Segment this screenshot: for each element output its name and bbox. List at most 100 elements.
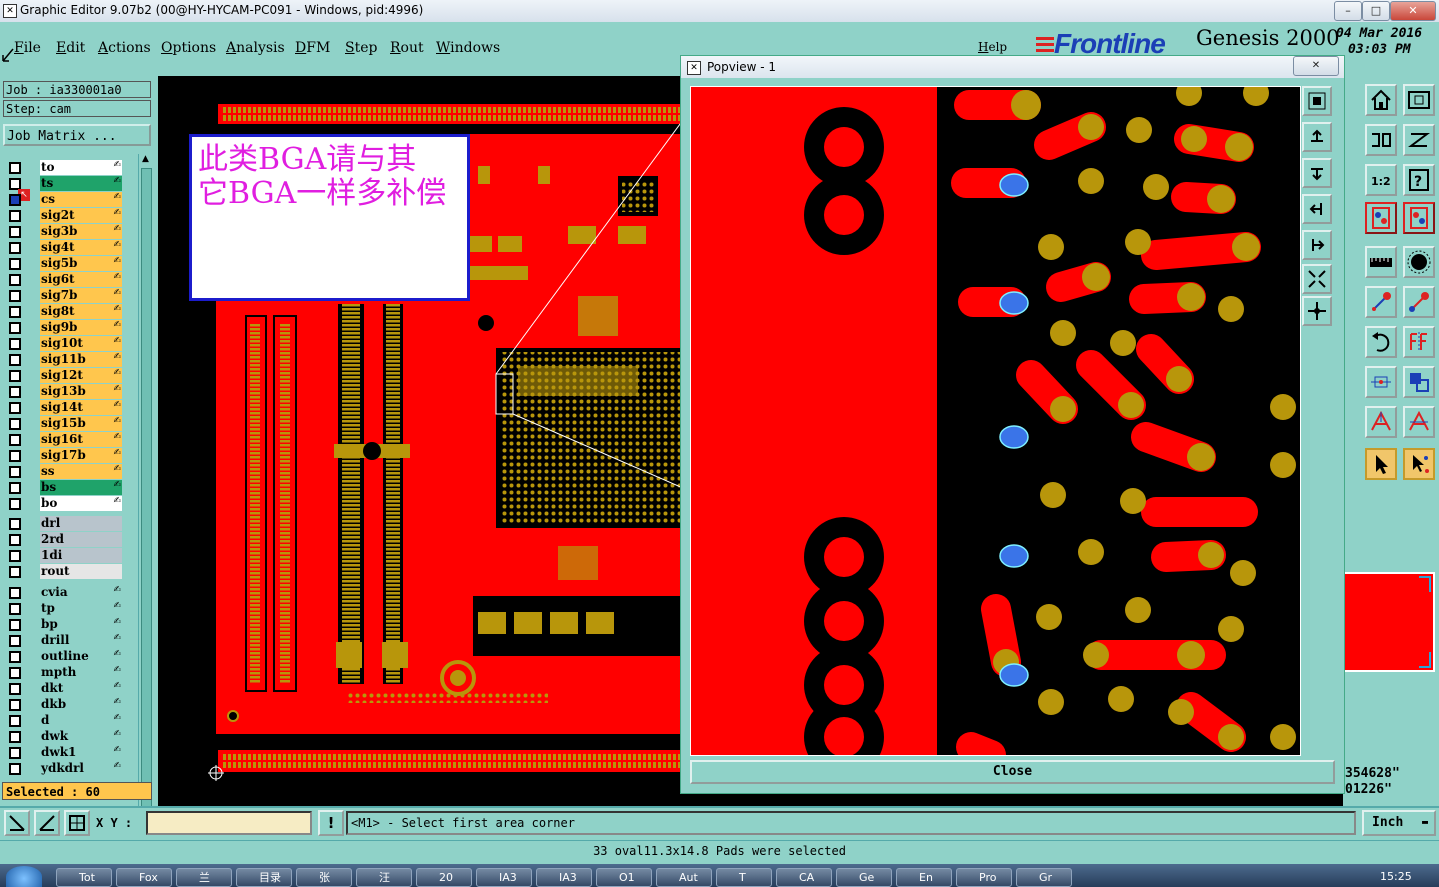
popview-right-icon[interactable] [1302,230,1332,260]
layer-checkbox[interactable] [9,747,21,759]
popview-pan-icon[interactable] [1302,296,1332,326]
layer-name[interactable]: 1di [40,548,122,563]
taskbar-item[interactable]: Pro [956,868,1012,887]
layer-checkbox[interactable] [9,715,21,727]
taskbar-item[interactable]: 目录 [236,868,292,887]
graphic-canvas[interactable]: 此类BGA请与其 它BGA一样多补偿 [158,76,683,806]
layer-row[interactable]: sig17b ✍ [5,448,123,463]
layer-row[interactable]: ss ✍ [5,464,123,479]
layer-name[interactable]: sig6t [40,272,122,287]
layer-name[interactable]: mpth [40,665,122,680]
menu-step[interactable]: Step [345,40,377,56]
layer-checkbox[interactable] [9,226,21,238]
layer-checkbox[interactable] [9,482,21,494]
layer-name[interactable]: dwk1 [40,745,122,760]
maximize-button[interactable]: □ [1362,1,1390,21]
layer-checkbox[interactable] [9,274,21,286]
taskbar-item[interactable]: O1 [596,868,652,887]
popview-left-icon[interactable] [1302,194,1332,224]
pad-icon[interactable] [1403,246,1435,278]
layer-name[interactable]: cvia [40,585,122,600]
layer-name[interactable]: cs [40,192,122,207]
layer-row[interactable]: sig9b ✍ [5,320,123,335]
taskbar-item[interactable]: CA [776,868,832,887]
layer-checkbox[interactable] [9,518,21,530]
layer-checkbox[interactable] [9,635,21,647]
layer-checkbox[interactable] [9,566,21,578]
layer-checkbox[interactable] [9,162,21,174]
layer-checkbox[interactable] [9,194,21,206]
layer-checkbox[interactable] [9,322,21,334]
popview-canvas[interactable] [690,86,1301,756]
layer-checkbox[interactable] [9,418,21,430]
layer-row[interactable]: to ✍ [5,160,123,175]
layer-name[interactable]: sig8t [40,304,122,319]
layer-name[interactable]: sig14t [40,400,122,415]
taskbar-item[interactable]: IA3 [476,868,532,887]
layer-checkbox[interactable] [9,763,21,775]
layer-name[interactable]: bo [40,496,122,511]
layer-checkbox[interactable] [9,534,21,546]
scale-1-2-icon[interactable]: 1:2 [1365,164,1397,196]
menu-actions[interactable]: Actions [98,40,151,56]
layer-row[interactable]: ↖ cs ✍ [5,189,123,207]
flip-f-icon[interactable] [1403,326,1435,358]
measure-a-blue-icon[interactable] [1403,406,1435,438]
layer-row[interactable]: sig7b ✍ [5,288,123,303]
menu-file[interactable]: File [14,40,41,56]
taskbar-item[interactable]: Gr [1016,868,1072,887]
home-icon[interactable] [1365,84,1397,116]
menu-dfm[interactable]: DFM [295,40,330,56]
taskbar-item[interactable]: Fox [116,868,172,887]
layer-name[interactable]: dwk [40,729,122,744]
grid-mode-icon[interactable] [64,810,90,836]
layer-row[interactable]: sig2t ✍ [5,208,123,223]
layer-checkbox[interactable] [9,258,21,270]
layer-row[interactable]: dkt ✍ [5,681,123,696]
layer-name[interactable]: sig16t [40,432,122,447]
layer-row[interactable]: cvia ✍ [5,585,123,600]
select-pointer-icon[interactable] [1365,448,1397,480]
layer-row[interactable]: sig16t ✍ [5,432,123,447]
undo-icon[interactable] [1365,326,1397,358]
layer-row[interactable]: dkb ✍ [5,697,123,712]
layer-checkbox[interactable] [9,587,21,599]
minimize-button[interactable]: – [1334,1,1362,21]
taskbar-item[interactable]: IA3 [536,868,592,887]
scrollbar-thumb[interactable] [141,168,152,832]
units-select[interactable]: Inch ▬ [1362,810,1436,836]
redraw-icon[interactable] [1403,124,1435,156]
popview-close-icon[interactable]: ✕ [1293,56,1339,76]
layer-checkbox[interactable] [9,498,21,510]
taskbar-item[interactable]: Tot [56,868,112,887]
layer-row[interactable]: sig13b ✍ [5,384,123,399]
layer-checkbox[interactable] [9,402,21,414]
layer-checkbox[interactable] [9,434,21,446]
layer-checkbox[interactable] [9,450,21,462]
layer-checkbox[interactable] [9,731,21,743]
popview-zoom-icon[interactable] [1302,86,1332,116]
taskbar-item[interactable]: En [896,868,952,887]
layer-row[interactable]: sig10t ✍ [5,336,123,351]
layer-name[interactable]: dkb [40,697,122,712]
layer-row[interactable]: sig4t ✍ [5,240,123,255]
layer-row[interactable]: rout [5,564,123,579]
layer-name[interactable]: sig3b [40,224,122,239]
layer-name[interactable]: tp [40,601,122,616]
layer-name[interactable]: sig15b [40,416,122,431]
layer-name[interactable]: sig17b [40,448,122,463]
taskbar-item[interactable]: Ge [836,868,892,887]
taskbar-item[interactable]: 兰 [176,868,232,887]
menu-options[interactable]: Options [161,40,216,56]
taskbar-item[interactable]: 张 [296,868,352,887]
layer-row[interactable]: mpth ✍ [5,665,123,680]
menu-edit[interactable]: Edit [56,40,85,56]
ruler-icon[interactable] [1365,246,1397,278]
layer-checkbox[interactable] [9,354,21,366]
layer-name[interactable]: drill [40,633,122,648]
layer-checkbox[interactable] [9,550,21,562]
layer-checkbox[interactable] [9,667,21,679]
taskbar-item[interactable]: Aut [656,868,712,887]
layer-checkbox[interactable] [9,603,21,615]
layer-row[interactable]: outline ✍ [5,649,123,664]
